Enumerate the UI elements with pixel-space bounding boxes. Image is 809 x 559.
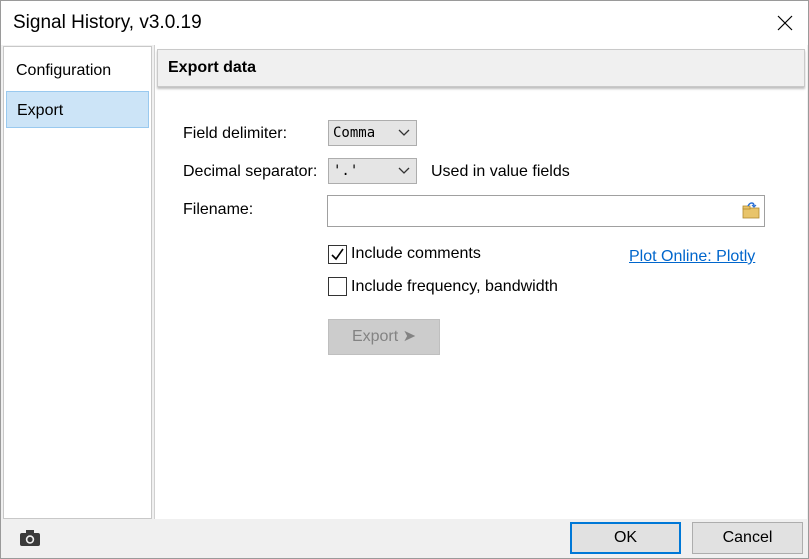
chevron-down-icon: [398, 167, 410, 174]
chevron-down-icon: [398, 129, 410, 136]
decimal-separator-value: '.': [333, 163, 359, 179]
include-frequency-label: Include frequency, bandwidth: [351, 278, 558, 295]
ok-button-label: OK: [613, 529, 638, 546]
filename-label: Filename:: [183, 201, 254, 218]
title-bar: Signal History, v3.0.19: [1, 1, 808, 45]
dialog-content: Configuration Export Export data Field d…: [1, 45, 808, 519]
cancel-button[interactable]: Cancel: [692, 522, 803, 554]
export-button[interactable]: Export ➤: [328, 319, 440, 355]
ok-button[interactable]: OK: [570, 522, 681, 554]
dialog-footer: OK Cancel: [1, 519, 808, 558]
field-delimiter-select[interactable]: Comma: [328, 120, 417, 146]
camera-icon[interactable]: [19, 529, 41, 547]
include-comments-checkbox[interactable]: [328, 245, 347, 264]
window-title: Signal History, v3.0.19: [13, 12, 202, 33]
close-button[interactable]: [762, 1, 808, 45]
sidebar-item-export[interactable]: Export: [6, 91, 149, 128]
cancel-button-label: Cancel: [722, 529, 773, 546]
section-header: Export data: [157, 49, 805, 87]
dialog-window: Signal History, v3.0.19 Configuration Ex…: [0, 0, 809, 559]
plot-online-link[interactable]: Plot Online: Plotly: [629, 248, 755, 266]
section-title: Export data: [168, 59, 257, 76]
include-frequency-checkbox[interactable]: [328, 277, 347, 296]
export-panel: Export data Field delimiter: Comma Decim…: [154, 45, 807, 519]
close-icon: [777, 15, 793, 31]
sidebar-item-label: Configuration: [16, 62, 112, 79]
decimal-separator-label: Decimal separator:: [183, 163, 318, 180]
decimal-separator-hint: Used in value fields: [431, 163, 570, 180]
include-comments-label: Include comments: [351, 245, 481, 262]
export-button-label: Export ➤: [351, 328, 417, 345]
folder-browse-icon[interactable]: [742, 202, 760, 220]
sidebar-item-configuration[interactable]: Configuration: [6, 52, 149, 89]
sidebar: Configuration Export: [3, 46, 152, 519]
sidebar-item-label: Export: [17, 102, 64, 119]
checkmark-icon: [331, 248, 344, 261]
decimal-separator-select[interactable]: '.': [328, 158, 417, 184]
field-delimiter-value: Comma: [333, 125, 376, 141]
filename-field[interactable]: [327, 195, 765, 227]
field-delimiter-label: Field delimiter:: [183, 125, 288, 142]
